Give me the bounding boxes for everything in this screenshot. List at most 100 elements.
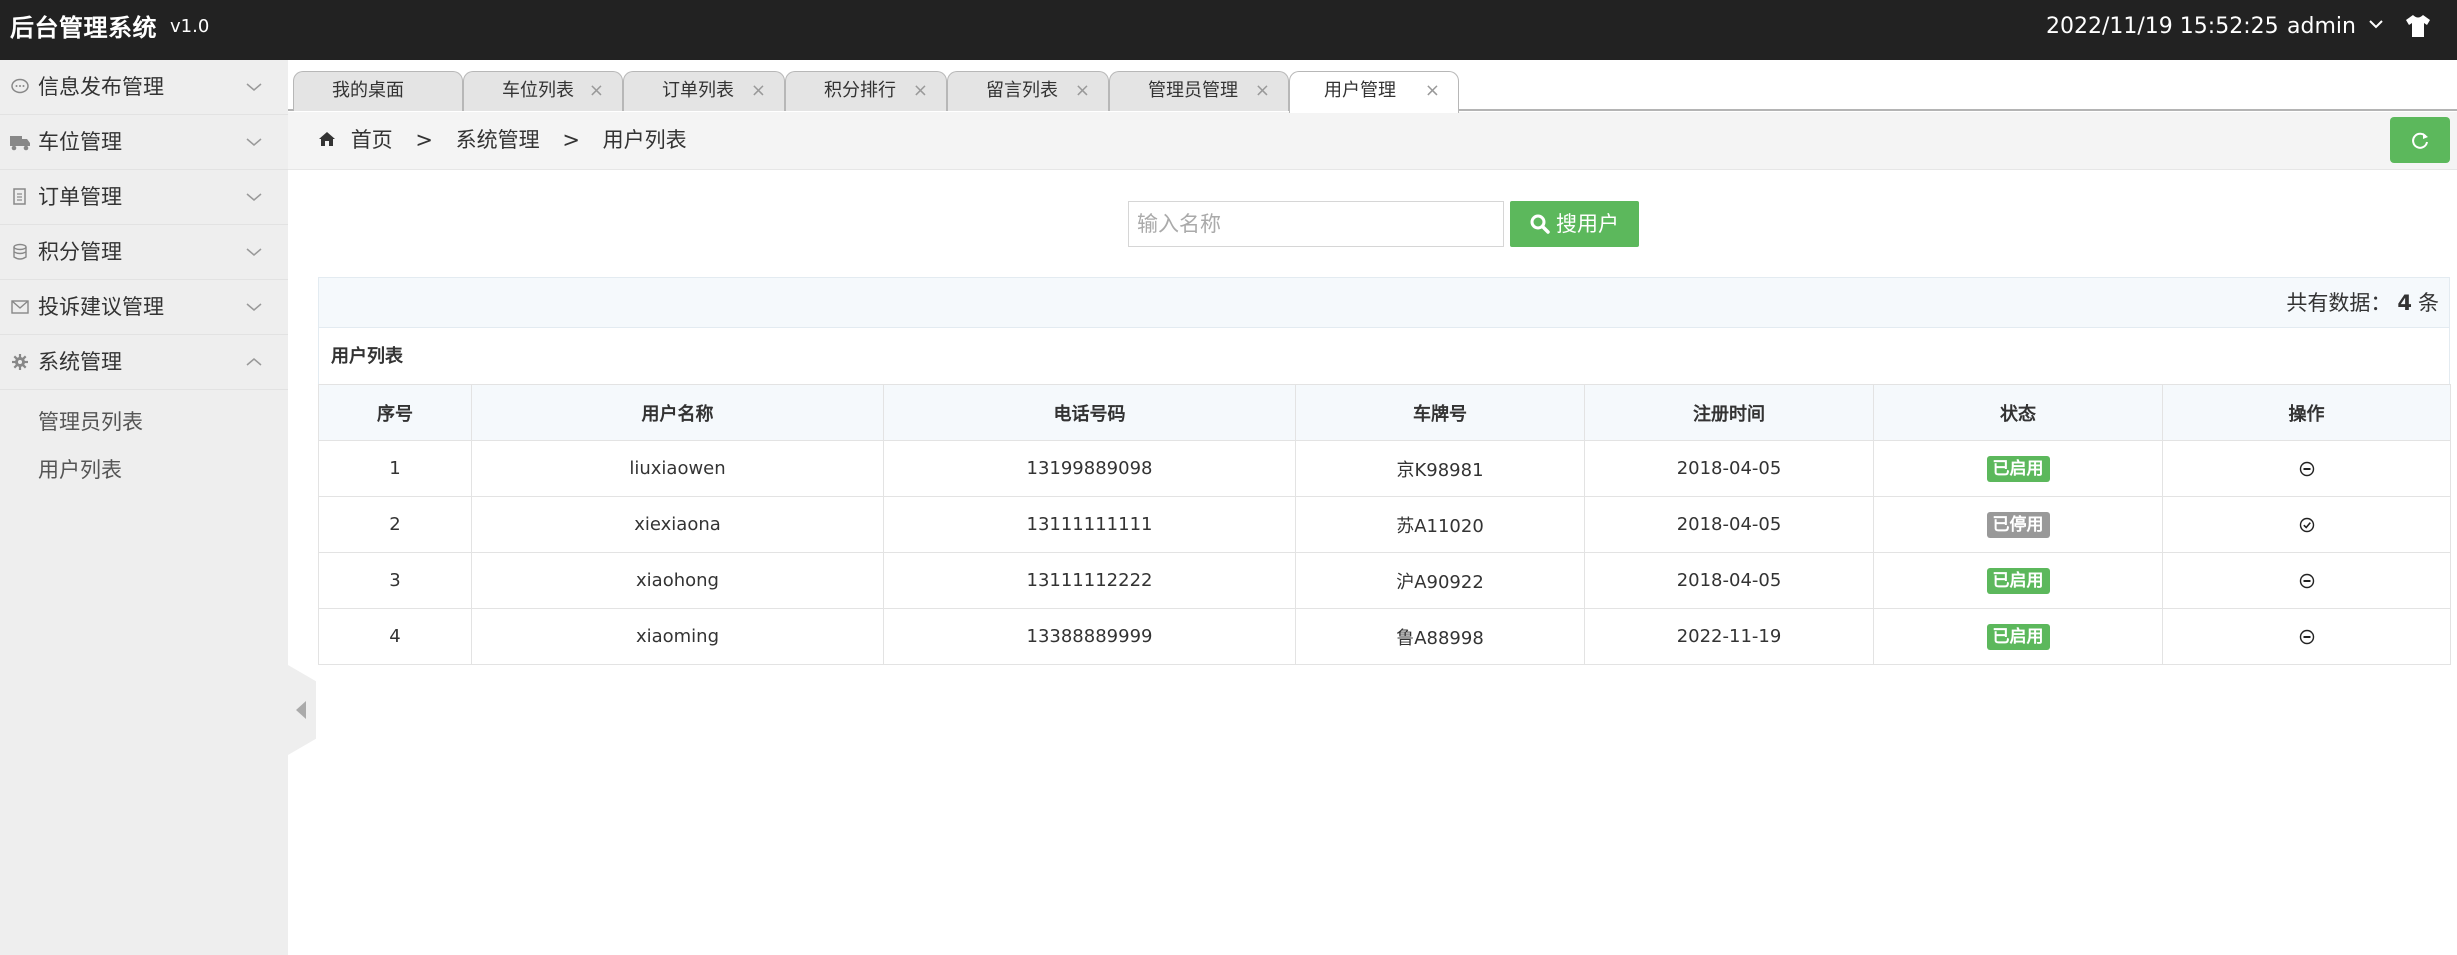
cell-actions	[2162, 440, 2451, 497]
close-icon[interactable]: ×	[1075, 72, 1090, 110]
cell-plate: 苏A11020	[1295, 496, 1585, 553]
chevron-down-icon	[246, 138, 262, 146]
cell-plate: 鲁A88998	[1295, 608, 1585, 665]
search-icon	[1530, 214, 1550, 234]
cell-register-date: 2018-04-05	[1584, 440, 1874, 497]
enable-user-icon[interactable]	[2299, 517, 2315, 533]
user-table: 序号 用户名称 电话号码 车牌号 注册时间 状态 操作 1 liuxiaowen…	[318, 384, 2451, 665]
breadcrumb-system[interactable]: 系统管理	[456, 128, 540, 152]
breadcrumb: 首页 > 系统管理 > 用户列表	[318, 112, 687, 170]
username: admin	[2287, 14, 2356, 39]
cell-no: 3	[318, 552, 472, 609]
record-count: 共有数据： 4 条	[318, 277, 2450, 328]
close-icon[interactable]: ×	[589, 72, 604, 110]
sidebar-item-system[interactable]: 系统管理	[0, 335, 288, 390]
cell-username: xiaoming	[471, 608, 884, 665]
sidebar-item-parking[interactable]: 车位管理	[0, 115, 288, 170]
chevron-up-icon	[246, 358, 262, 366]
caret-left-icon	[296, 701, 306, 719]
col-header-register-date: 注册时间	[1584, 384, 1874, 441]
sidebar: 信息发布管理 车位管理 订单管理 积分管理 投诉建议管理 系统管理 管理员列表 …	[0, 60, 288, 955]
database-icon	[13, 243, 27, 260]
cell-username: liuxiaowen	[471, 440, 884, 497]
home-icon	[319, 131, 335, 146]
gear-icon	[12, 354, 28, 370]
sidebar-subitem-admin-list[interactable]: 管理员列表	[0, 398, 288, 446]
status-badge: 已启用	[1986, 455, 2050, 482]
col-header-status: 状态	[1873, 384, 2163, 441]
close-icon[interactable]: ×	[913, 72, 928, 110]
sidebar-item-label: 信息发布管理	[38, 75, 164, 99]
tab-label: 车位列表	[502, 80, 574, 101]
table-caption: 用户列表	[318, 328, 2450, 385]
breadcrumb-bar: 首页 > 系统管理 > 用户列表	[288, 112, 2457, 170]
cell-register-date: 2018-04-05	[1584, 552, 1874, 609]
close-icon[interactable]: ×	[1255, 72, 1270, 110]
table-row: 2 xiexiaona 13111111111 苏A11020 2018-04-…	[318, 496, 2451, 553]
sidebar-item-info-publish[interactable]: 信息发布管理	[0, 60, 288, 115]
chevron-down-icon	[246, 303, 262, 311]
tab-admin-manage[interactable]: 管理员管理 ×	[1109, 71, 1289, 111]
cell-status: 已启用	[1873, 552, 2163, 609]
tab-points-ranking[interactable]: 积分排行 ×	[785, 71, 947, 111]
tab-my-desktop[interactable]: 我的桌面	[293, 71, 463, 111]
col-header-no: 序号	[318, 384, 472, 441]
cell-plate: 京K98981	[1295, 440, 1585, 497]
cell-phone: 13199889098	[883, 440, 1296, 497]
truck-icon	[10, 136, 30, 151]
tab-order-list[interactable]: 订单列表 ×	[623, 71, 785, 111]
tab-parking-list[interactable]: 车位列表 ×	[463, 71, 623, 111]
table-header-row: 序号 用户名称 电话号码 车牌号 注册时间 状态 操作	[318, 384, 2451, 441]
search-button-label: 搜用户	[1556, 212, 1619, 236]
cell-register-date: 2018-04-05	[1584, 496, 1874, 553]
count-value: 4	[2397, 291, 2412, 315]
cell-plate: 沪A90922	[1295, 552, 1585, 609]
count-prefix: 共有数据：	[2286, 291, 2392, 315]
chevron-down-icon	[2369, 20, 2383, 29]
disable-user-icon[interactable]	[2299, 573, 2315, 589]
tab-bar: 我的桌面 车位列表 × 订单列表 × 积分排行 × 留言列表 × 管理员管理 ×…	[288, 60, 2457, 113]
sidebar-item-complaints[interactable]: 投诉建议管理	[0, 280, 288, 335]
envelope-icon	[11, 300, 29, 314]
sidebar-item-label: 投诉建议管理	[38, 295, 164, 319]
chat-icon	[11, 78, 29, 94]
cell-actions	[2162, 496, 2451, 553]
sidebar-item-label: 订单管理	[38, 185, 122, 209]
table-row: 1 liuxiaowen 13199889098 京K98981 2018-04…	[318, 440, 2451, 497]
search-input[interactable]	[1128, 201, 1504, 247]
sidebar-subitem-user-list[interactable]: 用户列表	[0, 446, 288, 494]
count-suffix: 条	[2418, 291, 2439, 315]
refresh-button[interactable]	[2390, 117, 2450, 163]
app-title: 后台管理系统	[10, 14, 157, 42]
chevron-down-icon	[246, 248, 262, 256]
close-icon[interactable]: ×	[751, 72, 766, 110]
sidebar-item-label: 车位管理	[38, 130, 122, 154]
sidebar-item-label: 积分管理	[38, 240, 122, 264]
shirt-icon[interactable]	[2405, 14, 2431, 38]
col-header-actions: 操作	[2162, 384, 2451, 441]
refresh-icon	[2412, 132, 2428, 149]
app-version: v1.0	[170, 16, 210, 37]
col-header-plate: 车牌号	[1295, 384, 1585, 441]
top-header: 后台管理系统 v1.0 2022/11/19 15:52:25 admin	[0, 0, 2457, 60]
cell-status: 已启用	[1873, 440, 2163, 497]
sidebar-submenu: 管理员列表 用户列表	[0, 390, 288, 494]
close-icon[interactable]: ×	[1425, 72, 1440, 110]
tab-label: 订单列表	[662, 80, 734, 101]
tab-message-list[interactable]: 留言列表 ×	[947, 71, 1109, 111]
status-badge: 已启用	[1986, 623, 2050, 650]
search-user-button[interactable]: 搜用户	[1510, 201, 1639, 247]
disable-user-icon[interactable]	[2299, 629, 2315, 645]
tab-user-manage[interactable]: 用户管理 ×	[1289, 71, 1459, 113]
col-header-phone: 电话号码	[883, 384, 1296, 441]
user-menu[interactable]: admin	[2287, 0, 2383, 60]
breadcrumb-home[interactable]: 首页	[351, 128, 393, 152]
sidebar-item-points[interactable]: 积分管理	[0, 225, 288, 280]
sidebar-item-orders[interactable]: 订单管理	[0, 170, 288, 225]
status-badge: 已停用	[1986, 511, 2050, 538]
sidebar-collapse-toggle[interactable]	[288, 665, 316, 755]
breadcrumb-separator: >	[562, 128, 580, 152]
tab-label: 用户管理	[1324, 80, 1396, 101]
disable-user-icon[interactable]	[2299, 461, 2315, 477]
chevron-down-icon	[246, 83, 262, 91]
